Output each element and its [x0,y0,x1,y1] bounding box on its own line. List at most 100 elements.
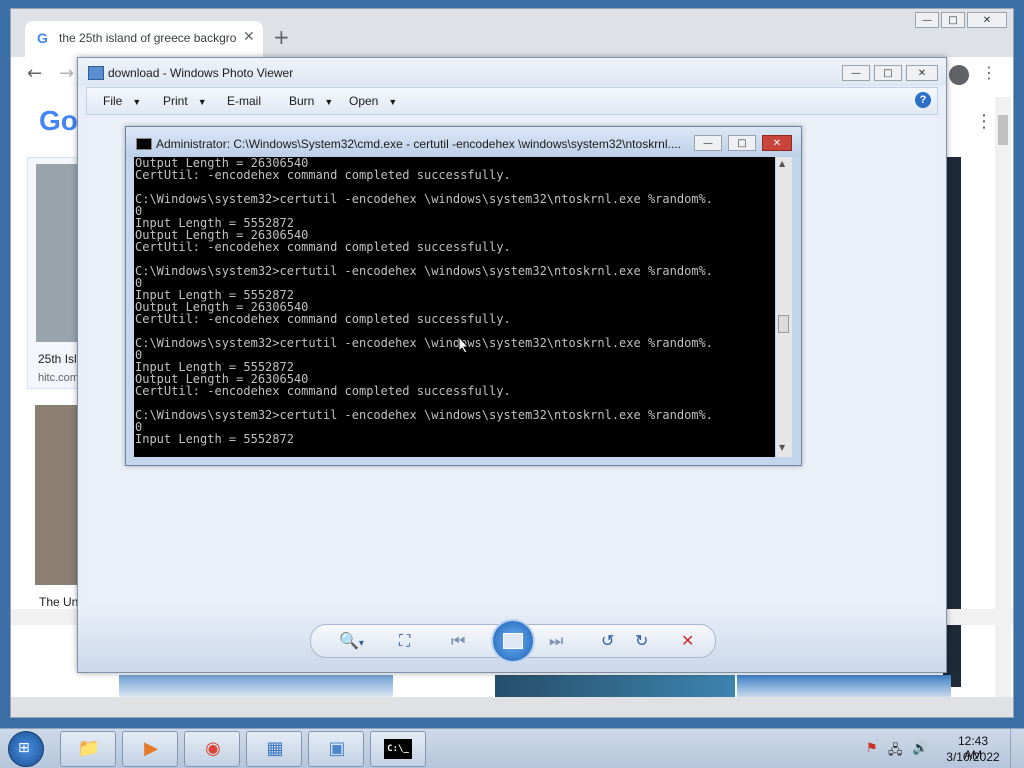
photo-viewer-title: download - Windows Photo Viewer [108,66,294,80]
cmd-window-buttons: — □ ✕ [694,135,794,153]
dropdown-arrow-icon: ▼ [388,97,398,107]
actual-size-icon[interactable]: ⛶ [399,631,410,651]
delete-icon[interactable]: ✕ [681,631,694,650]
console-line: Input Length = 5552872 [135,432,294,446]
cmd-title: Administrator: C:\Windows\System32\cmd.e… [156,137,681,151]
previous-icon[interactable]: ⏮ [451,631,465,651]
photo-viewer-controls: 🔍▾ ⛶ ⏮ ⏭ ↺ ↻ ✕ [310,619,716,663]
cmd-window: Administrator: C:\Windows\System32\cmd.e… [125,126,802,466]
menu-print[interactable]: Print ▼ [163,94,207,108]
photo-viewer-icon [88,66,104,80]
google-logo[interactable]: Go [39,105,78,137]
show-desktop-button[interactable] [1010,729,1024,768]
explorer-icon: 📁 [77,738,101,759]
new-tab-button[interactable]: + [273,25,290,49]
cursor-arrow-icon [458,336,470,354]
menu-open[interactable]: Open ▼ [349,94,397,108]
result-image[interactable] [119,675,393,697]
dropdown-arrow-icon: ▼ [197,97,207,107]
console-line: C:\Windows\system32>certutil -encodehex … [135,192,713,206]
forward-arrow-icon[interactable]: → [59,63,74,84]
media-player-icon: ▶ [144,738,158,759]
cmd-scrollbar-thumb[interactable] [778,315,789,333]
scroll-down-icon[interactable]: ▼ [779,443,785,452]
volume-icon[interactable]: 🔊 [912,741,928,756]
zoom-icon[interactable]: 🔍▾ [339,631,364,650]
next-icon[interactable]: ⏭ [549,631,563,651]
dropdown-arrow-icon: ▼ [132,97,142,107]
result-image[interactable] [737,675,951,697]
pv-minimize-button[interactable]: — [842,65,870,81]
menu-file-label: File [103,94,123,108]
profile-avatar[interactable] [949,65,969,85]
rotate-counterclockwise-icon[interactable]: ↺ [601,631,614,650]
cmd-icon [136,138,152,150]
taskbar-media-player-button[interactable]: ▶ [122,731,178,767]
photo-viewer-menubar: File ▼ Print ▼ E-mail Burn ▼ Open ▼ ? [86,87,938,115]
chrome-tabstrip: G the 25th island of greece backgro ✕ + … [11,9,1013,57]
menu-burn[interactable]: Burn ▼ [289,94,333,108]
cmd-icon: C:\_ [384,739,412,759]
chrome-maximize-button[interactable]: □ [941,12,965,28]
menu-email-label: E-mail [227,94,262,108]
chrome-window-buttons: — □ ✕ [915,12,1009,30]
close-tab-icon[interactable]: ✕ [243,29,255,45]
start-button[interactable]: ⊞ [8,731,44,767]
windows-logo-icon: ⊞ [18,740,30,756]
taskbar-chrome-button[interactable]: ◉ [184,731,240,767]
cmd-minimize-button[interactable]: — [694,135,722,151]
console-line: CertUtil: -encodehex command completed s… [135,384,511,398]
network-icon[interactable]: 🖧 [888,741,903,763]
system-tray: ⚑ 🖧 🔊 [866,741,936,759]
cmd-scrollbar[interactable]: ▲ ▼ [776,157,792,457]
chrome-minimize-button[interactable]: — [915,12,939,28]
pv-maximize-button[interactable]: □ [874,65,902,81]
console-line: CertUtil: -encodehex command completed s… [135,168,511,182]
photo-viewer-navbar: 🔍▾ ⛶ ⏮ ⏭ ↺ ↻ ✕ [78,606,946,672]
photo-viewer-window-buttons: — □ ✕ [842,65,940,83]
scroll-up-icon[interactable]: ▲ [779,159,785,168]
help-icon[interactable]: ? [915,92,931,108]
console-lines: Output Length = 26306540 CertUtil: -encod… [135,157,713,445]
taskbar-explorer-button[interactable]: 📁 [60,731,116,767]
slideshow-button[interactable] [491,619,535,663]
result-image[interactable] [495,675,735,697]
result-title[interactable]: The Un [39,595,78,609]
console-line: C:\Windows\system32>certutil -encodehex … [135,264,713,278]
menu-file[interactable]: File ▼ [103,94,141,108]
menu-email[interactable]: E-mail [227,94,261,108]
cmd-close-button[interactable]: ✕ [762,135,792,151]
pv-close-button[interactable]: ✕ [906,65,938,81]
cmd-titlebar[interactable]: Administrator: C:\Windows\System32\cmd.e… [126,127,801,157]
back-arrow-icon[interactable]: ← [27,63,42,84]
chrome-menu-icon[interactable]: ⋮ [981,63,997,82]
console-line: C:\Windows\system32>certutil -encodehex … [135,408,713,422]
cmd-maximize-button[interactable]: □ [728,135,756,151]
dropdown-arrow-icon: ▼ [324,97,334,107]
taskbar-control-panel-button[interactable]: ▦ [246,731,302,767]
chrome-icon: ◉ [205,738,221,759]
menu-open-label: Open [349,94,379,108]
photo-viewer-icon: ▣ [328,738,346,759]
menu-print-label: Print [163,94,188,108]
clock-date[interactable]: 3/10/2022 [944,750,1002,764]
zoom-glyph: 🔍 [339,631,359,650]
control-panel-icon: ▦ [266,738,284,759]
taskbar-cmd-button[interactable]: C:\_ [370,731,426,767]
photo-viewer-titlebar[interactable]: download - Windows Photo Viewer — □ ✕ [78,58,946,86]
chrome-tab[interactable]: G the 25th island of greece backgro ✕ [25,21,263,57]
chrome-close-button[interactable]: ✕ [967,12,1007,28]
console-line: C:\Windows\system32>certutil -encodehex … [135,336,713,350]
console-line: CertUtil: -encodehex command completed s… [135,240,511,254]
taskbar-photo-viewer-button[interactable]: ▣ [308,731,364,767]
zoom-dropdown-arrow-icon: ▾ [358,638,364,649]
page-scrollbar-thumb[interactable] [998,115,1008,145]
google-favicon-icon: G [37,30,48,46]
result-title[interactable]: 25th Isl [38,352,77,366]
page-scrollbar-vertical[interactable] [995,97,1011,697]
rotate-clockwise-icon[interactable]: ↻ [635,631,648,650]
console-line: CertUtil: -encodehex command completed s… [135,312,511,326]
cmd-console-output[interactable]: Output Length = 26306540 CertUtil: -encod… [134,157,775,457]
action-center-icon[interactable]: ⚑ [866,741,878,756]
taskbar: ⊞ ⚑ 🖧 🔊 12:43 AM 3/10/2022 📁 ▶ ◉ ▦ ▣ C:\_ [0,728,1024,768]
